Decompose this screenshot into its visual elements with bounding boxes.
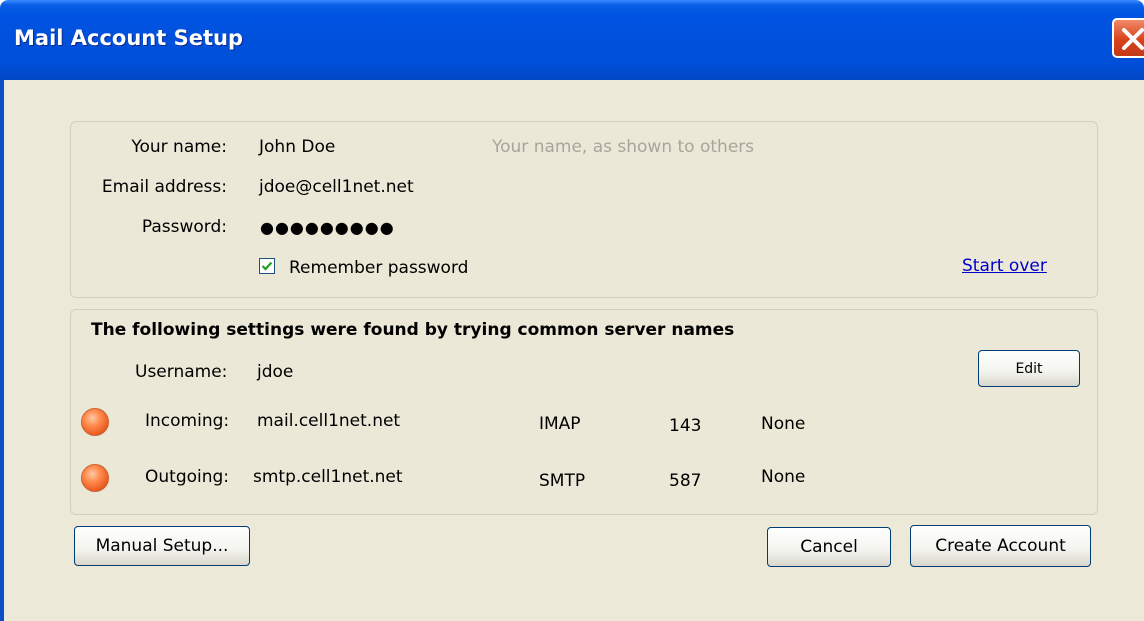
incoming-security: None (761, 414, 806, 434)
server-settings-group: The following settings were found by try… (70, 309, 1098, 515)
incoming-port: 143 (669, 416, 702, 436)
title-bar[interactable]: Mail Account Setup (0, 0, 1144, 80)
start-over-link[interactable]: Start over (962, 256, 1047, 276)
close-button[interactable] (1112, 18, 1144, 58)
settings-heading: The following settings were found by try… (91, 320, 735, 340)
mail-account-setup-window: Mail Account Setup Your name: John Doe Y… (0, 0, 1144, 621)
outgoing-server: smtp.cell1net.net (253, 467, 403, 487)
outgoing-port: 587 (669, 471, 702, 491)
incoming-label: Incoming: (145, 411, 230, 431)
dialog-body: Your name: John Doe Your name, as shown … (4, 80, 1144, 621)
edit-button[interactable]: Edit (978, 350, 1080, 387)
incoming-server: mail.cell1net.net (257, 411, 401, 431)
manual-setup-button[interactable]: Manual Setup... (74, 526, 250, 566)
your-name-field[interactable]: John Doe (259, 137, 335, 157)
email-address-field[interactable]: jdoe@cell1net.net (259, 177, 414, 197)
outgoing-security: None (761, 467, 806, 487)
account-info-group: Your name: John Doe Your name, as shown … (70, 121, 1098, 298)
window-title: Mail Account Setup (14, 26, 243, 50)
cancel-button[interactable]: Cancel (767, 527, 891, 567)
username-value: jdoe (257, 362, 294, 382)
incoming-protocol: IMAP (539, 414, 581, 434)
password-label: Password: (141, 217, 227, 237)
remember-password-checkbox[interactable] (259, 258, 275, 274)
incoming-status-icon (81, 408, 109, 436)
create-account-button[interactable]: Create Account (910, 525, 1091, 567)
email-address-label: Email address: (101, 177, 227, 197)
outgoing-label: Outgoing: (145, 467, 230, 487)
password-field[interactable]: ●●●●●●●●● (260, 218, 395, 237)
username-label: Username: (135, 362, 228, 382)
your-name-label: Your name: (131, 137, 227, 157)
your-name-hint: Your name, as shown to others (492, 137, 755, 157)
remember-password-label: Remember password (289, 258, 469, 278)
outgoing-protocol: SMTP (539, 471, 586, 491)
outgoing-status-icon (81, 464, 109, 492)
